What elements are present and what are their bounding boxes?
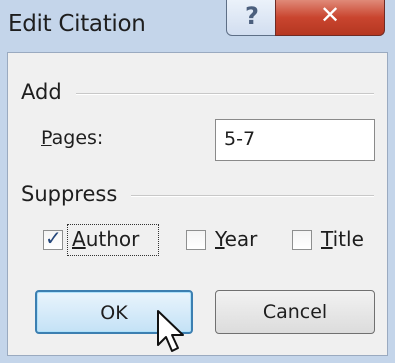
suppress-group-label: Suppress	[21, 182, 118, 206]
author-label-text: uthor	[85, 227, 140, 251]
pages-label: Pages:	[41, 127, 103, 149]
title-label-text: itle	[332, 227, 364, 251]
close-icon: ✕	[319, 1, 341, 29]
help-button[interactable]: ?	[226, 0, 276, 36]
author-checkbox[interactable]: ✓	[43, 226, 63, 250]
add-group-divider	[76, 93, 374, 95]
author-label[interactable]: Author	[72, 227, 139, 251]
dialog-title: Edit Citation	[8, 11, 146, 37]
suppress-group-divider	[131, 195, 374, 197]
year-label-text: ear	[224, 227, 258, 251]
edit-citation-dialog: Edit Citation ? ✕ Add Pages: 5-7 Suppres…	[0, 0, 395, 363]
mouse-pointer-icon	[157, 310, 184, 352]
pages-input[interactable]: 5-7	[215, 119, 375, 161]
close-button[interactable]: ✕	[275, 0, 385, 36]
help-icon: ?	[245, 2, 259, 30]
checkmark-icon: ✓	[45, 226, 62, 250]
title-bar: Edit Citation ? ✕	[0, 0, 395, 52]
add-group-label: Add	[21, 80, 62, 104]
title-checkbox[interactable]	[292, 230, 312, 250]
year-label-accel: Y	[215, 227, 225, 251]
title-label-accel: T	[321, 227, 333, 251]
year-label[interactable]: Year	[215, 227, 257, 251]
pages-label-text: ages:	[51, 127, 104, 149]
dialog-body: Add Pages: 5-7 Suppress ✓ Author Year Ti…	[7, 52, 388, 356]
title-label[interactable]: Title	[321, 227, 364, 251]
caption-buttons: ? ✕	[226, 0, 385, 38]
author-label-accel: A	[72, 227, 86, 251]
pages-label-accel: P	[41, 127, 52, 149]
cancel-button[interactable]: Cancel	[215, 290, 375, 334]
year-checkbox[interactable]	[186, 230, 206, 250]
